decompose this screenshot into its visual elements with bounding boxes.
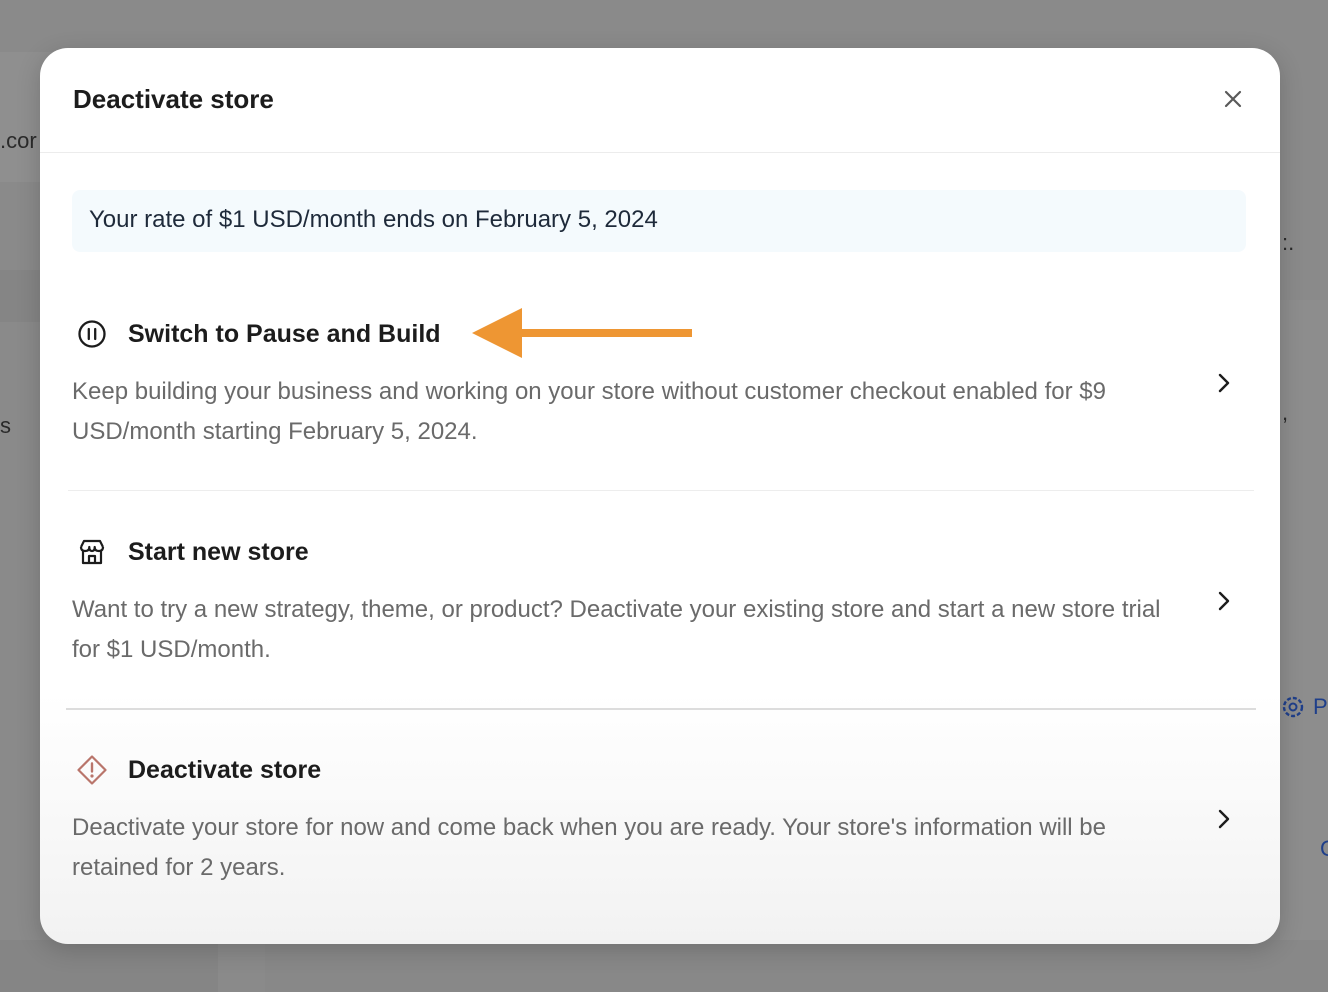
option-description: Want to try a new strategy, theme, or pr… [72,596,1161,663]
option-description: Keep building your business and working … [72,378,1106,445]
background-link: C [1320,836,1328,861]
background-footer-left [0,940,218,992]
rate-banner: Your rate of $1 USD/month ends on Februa… [72,190,1246,252]
option-title: Deactivate store [128,756,322,784]
option-deactivate-store[interactable]: Deactivate store Deactivate your store f… [72,754,1252,904]
background-footer [265,940,1328,992]
annotation-arrow-icon [470,307,696,359]
background-gear-icon [1280,694,1306,726]
background-link: P [1313,694,1328,719]
background-text: s [0,413,11,438]
background-text: :. [1282,230,1295,255]
rate-banner-text: Your rate of $1 USD/month ends on Februa… [89,206,658,233]
chevron-right-icon [1214,370,1234,396]
close-icon [1224,90,1242,108]
dialog-header: Deactivate store [40,48,1280,153]
option-title: Start new store [128,538,309,566]
chevron-right-icon [1214,588,1234,614]
dialog-title: Deactivate store [73,84,274,114]
deactivate-store-dialog: Deactivate store Your rate of $1 USD/mon… [40,48,1280,944]
option-divider [66,708,1256,710]
option-title: Switch to Pause and Build [128,320,441,348]
chevron-right-icon [1214,806,1234,832]
option-divider [68,490,1254,491]
store-icon [76,536,108,568]
alert-diamond-icon [76,754,108,786]
pause-circle-icon [76,318,108,350]
close-button[interactable] [1220,86,1246,112]
background-text: .cor [0,128,37,153]
option-description: Deactivate your store for now and come b… [72,814,1107,881]
background-text: , [1282,400,1289,425]
option-start-new-store[interactable]: Start new store Want to try a new strate… [72,536,1252,686]
